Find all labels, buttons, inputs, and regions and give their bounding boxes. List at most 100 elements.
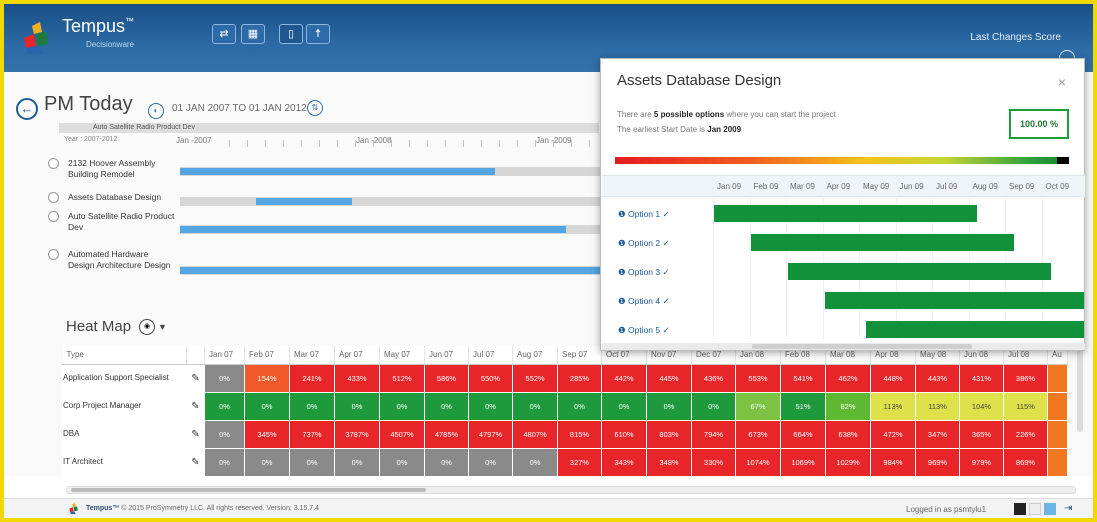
heat-cell[interactable]: 673% [735,419,781,449]
heat-cell[interactable]: 586% [424,363,469,393]
share-icon[interactable]: ⇥ [1064,503,1076,515]
heat-cell[interactable]: 0% [379,391,425,421]
edit-icon[interactable]: ✎ [186,363,205,393]
task-row[interactable]: Automated Hardware Design Architecture D… [48,249,176,271]
theme-dark-swatch[interactable] [1014,503,1026,515]
heat-cell[interactable]: 436% [691,363,736,393]
option-bar[interactable] [825,292,1084,309]
option-bar[interactable] [788,263,1051,280]
heat-cell[interactable]: 0% [424,447,469,477]
heat-cell[interactable]: 0% [334,447,380,477]
heat-cell[interactable]: 345% [244,419,290,449]
heat-cell[interactable]: 365% [959,419,1004,449]
heat-cell[interactable]: 4507% [379,419,425,449]
heat-cell[interactable]: 512% [379,363,425,393]
heat-cell[interactable]: 541% [780,363,826,393]
edit-icon[interactable]: ✎ [186,447,205,477]
toggle-icon[interactable]: ◐ [148,103,164,119]
heat-cell[interactable]: 1029% [825,447,871,477]
heat-cell[interactable]: 0% [289,447,335,477]
popup-scrollbar[interactable] [602,343,1085,350]
heat-cell[interactable]: 442% [601,363,647,393]
heat-cell[interactable]: 550% [468,363,513,393]
horizontal-scrollbar[interactable] [66,486,1076,494]
heat-cell[interactable]: 0% [379,447,425,477]
option-row[interactable]: ❶ Option 4 ✓ [602,286,1085,316]
heat-cell[interactable]: 0% [646,391,692,421]
heat-cell[interactable]: 347% [915,419,960,449]
heat-cell[interactable]: 0% [244,447,290,477]
heat-cell[interactable]: 3787% [334,419,380,449]
heat-cell[interactable]: 815% [557,419,602,449]
heat-cell[interactable]: 0% [691,391,736,421]
heat-cell[interactable]: 0% [289,391,335,421]
heat-cell[interactable]: 433% [334,363,380,393]
option-bar[interactable] [751,234,1014,251]
heat-cell[interactable]: 664% [780,419,826,449]
people-button[interactable]: ☨ [306,24,330,44]
task-bar[interactable] [180,168,495,175]
heat-cell[interactable]: 330% [691,447,736,477]
heat-cell[interactable]: 0% [557,391,602,421]
heat-cell[interactable]: 51% [780,391,826,421]
theme-blue-swatch[interactable] [1044,503,1056,515]
heat-cell[interactable]: 0% [512,447,558,477]
heat-cell[interactable]: 0% [204,391,245,421]
heat-cell[interactable]: 4785% [424,419,469,449]
heat-cell[interactable]: 443% [915,363,960,393]
task-bar[interactable] [180,226,567,233]
chevron-down-icon[interactable]: ▼ [158,322,167,332]
heat-cell[interactable]: 348% [646,447,692,477]
heat-cell[interactable]: 472% [870,419,916,449]
option-label[interactable]: ❶ Option 2 ✓ [618,238,670,249]
heat-cell[interactable]: 0% [424,391,469,421]
shuffle-button[interactable]: ⇄ [212,24,236,44]
scroll-thumb[interactable] [752,344,972,349]
heat-cell[interactable]: 737% [289,419,335,449]
heat-cell[interactable] [1047,447,1068,477]
heat-cell[interactable]: 113% [915,391,960,421]
radio-button[interactable] [48,192,59,203]
heat-cell[interactable]: 104% [959,391,1004,421]
heat-cell[interactable]: 0% [244,391,290,421]
grid-button[interactable]: ▦ [241,24,265,44]
theme-light-swatch[interactable] [1029,503,1041,515]
score-link[interactable]: Score [1035,32,1061,43]
heat-cell[interactable]: 386% [1003,363,1048,393]
heat-cell[interactable]: 0% [468,447,513,477]
option-label[interactable]: ❶ Option 5 ✓ [618,325,670,336]
heat-cell[interactable]: 82% [825,391,871,421]
radio-button[interactable] [48,211,59,222]
heat-cell[interactable]: 4807% [512,419,558,449]
heat-cell[interactable]: 285% [557,363,602,393]
heat-cell[interactable]: 969% [915,447,960,477]
heat-cell[interactable]: 115% [1003,391,1048,421]
heat-cell[interactable]: 552% [512,363,558,393]
heat-cell[interactable]: 638% [825,419,871,449]
radio-button[interactable] [48,158,59,169]
document-button[interactable]: ▯ [279,24,303,44]
task-row[interactable]: Assets Database Design [48,192,176,203]
heat-cell[interactable]: 794% [691,419,736,449]
option-row[interactable]: ❶ Option 5 ✓ [602,315,1085,345]
option-bar[interactable] [865,321,1084,338]
heat-cell[interactable]: 431% [959,363,1004,393]
heat-cell[interactable]: 1074% [735,447,781,477]
heat-cell[interactable]: 113% [870,391,916,421]
option-label[interactable]: ❶ Option 3 ✓ [618,267,670,278]
task-row[interactable]: Auto Satellite Radio Product Dev [48,211,176,233]
edit-icon[interactable]: ✎ [186,419,205,449]
edit-icon[interactable]: ✎ [186,391,205,421]
heat-cell[interactable]: 610% [601,419,647,449]
heat-cell[interactable]: 448% [870,363,916,393]
heat-cell[interactable]: 803% [646,419,692,449]
heat-cell[interactable]: 462% [825,363,871,393]
option-row[interactable]: ❶ Option 2 ✓ [602,228,1085,258]
heat-cell[interactable]: 327% [557,447,602,477]
heat-cell[interactable]: 226% [1003,419,1048,449]
heat-cell[interactable]: 154% [244,363,290,393]
back-icon[interactable]: ← [16,98,38,120]
heat-cell[interactable]: 4797% [468,419,513,449]
task-bar[interactable] [180,267,600,274]
heat-cell[interactable] [1047,419,1068,449]
